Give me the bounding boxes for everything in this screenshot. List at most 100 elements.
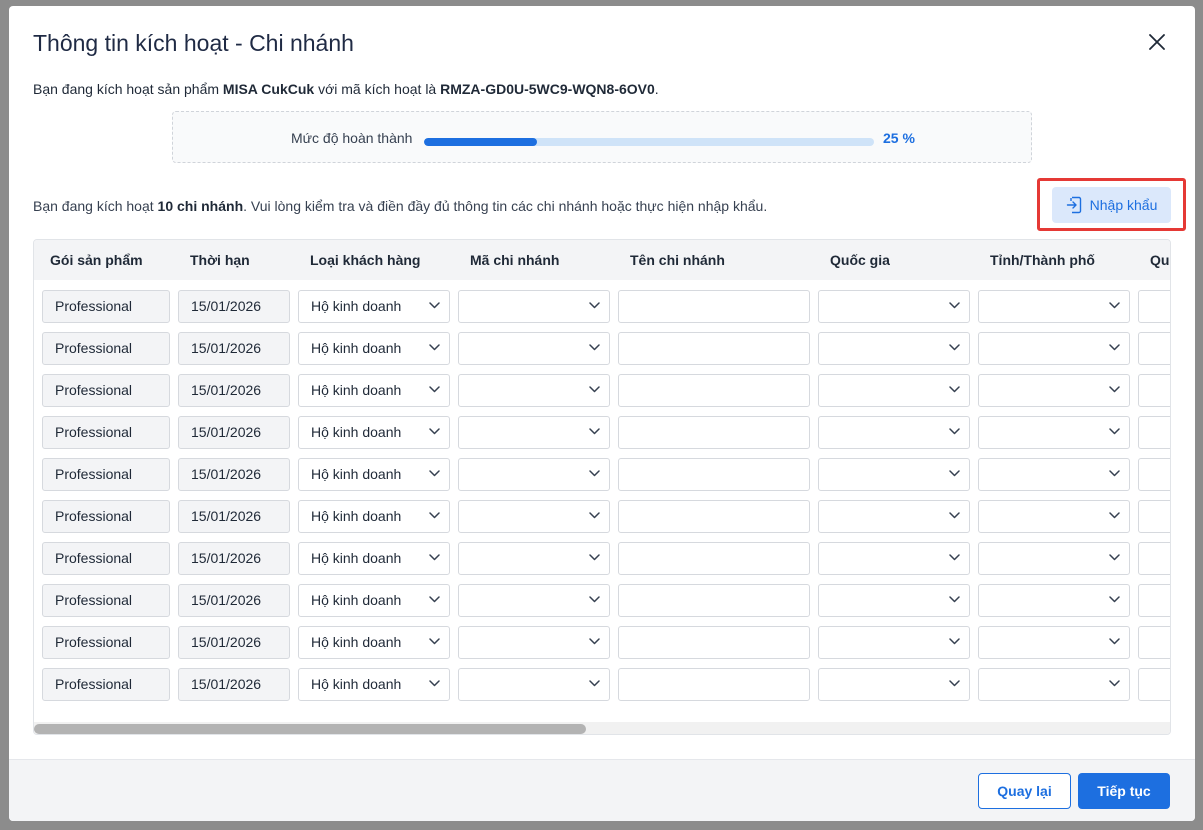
province-select[interactable] [978, 626, 1130, 659]
branch-code-select[interactable] [458, 584, 610, 617]
branch-code-select[interactable] [458, 332, 610, 365]
customer-type-select[interactable]: Hộ kinh doanh [298, 542, 450, 575]
branch-name-input[interactable] [618, 374, 810, 407]
branch-code-select[interactable] [458, 458, 610, 491]
branch-code-select[interactable] [458, 542, 610, 575]
country-select[interactable] [818, 500, 970, 533]
branch-name-input[interactable] [618, 584, 810, 617]
district-select[interactable] [1138, 626, 1170, 659]
chevron-down-icon [589, 512, 600, 519]
customer-type-select[interactable]: Hộ kinh doanh [298, 668, 450, 701]
country-select[interactable] [818, 374, 970, 407]
activation-dialog: Thông tin kích hoạt - Chi nhánh Bạn đang… [9, 6, 1195, 821]
customer-type-select[interactable]: Hộ kinh doanh [298, 626, 450, 659]
table-row: Professional 15/01/2026 Hộ kinh doanh [34, 416, 1170, 458]
branch-name-input[interactable] [618, 332, 810, 365]
branch-name-input[interactable] [618, 626, 810, 659]
country-select[interactable] [818, 542, 970, 575]
branch-code-select[interactable] [458, 416, 610, 449]
customer-type-select[interactable]: Hộ kinh doanh [298, 290, 450, 323]
branch-info-prefix: Bạn đang kích hoạt [33, 198, 158, 214]
district-select[interactable] [1138, 584, 1170, 617]
package-field: Professional [42, 668, 170, 701]
branch-name-input[interactable] [618, 500, 810, 533]
country-select[interactable] [818, 668, 970, 701]
import-button[interactable]: Nhập khẩu [1052, 187, 1171, 223]
country-select[interactable] [818, 458, 970, 491]
branch-code-select[interactable] [458, 668, 610, 701]
term-field: 15/01/2026 [178, 332, 290, 365]
branch-code-select[interactable] [458, 290, 610, 323]
customer-type-select[interactable]: Hộ kinh doanh [298, 584, 450, 617]
dialog-title: Thông tin kích hoạt - Chi nhánh [33, 30, 354, 56]
branch-code-select[interactable] [458, 500, 610, 533]
customer-type-select[interactable]: Hộ kinh doanh [298, 416, 450, 449]
province-select[interactable] [978, 584, 1130, 617]
close-icon [1149, 34, 1165, 50]
back-button[interactable]: Quay lại [978, 773, 1071, 809]
package-field: Professional [42, 290, 170, 323]
district-select[interactable] [1138, 416, 1170, 449]
customer-type-select[interactable]: Hộ kinh doanh [298, 458, 450, 491]
customer-type-select[interactable]: Hộ kinh doanh [298, 500, 450, 533]
package-field-value: Professional [55, 340, 133, 356]
district-select[interactable] [1138, 290, 1170, 323]
province-select[interactable] [978, 332, 1130, 365]
district-select[interactable] [1138, 332, 1170, 365]
package-field-value: Professional [55, 634, 133, 650]
country-select[interactable] [818, 290, 970, 323]
province-select[interactable] [978, 542, 1130, 575]
col-header-term: Thời hạn [190, 252, 250, 268]
chevron-down-icon [949, 344, 960, 351]
package-field-value: Professional [55, 298, 133, 314]
province-select[interactable] [978, 374, 1130, 407]
scrollbar-thumb[interactable] [34, 724, 586, 734]
branch-code-select[interactable] [458, 374, 610, 407]
country-select[interactable] [818, 416, 970, 449]
district-select[interactable] [1138, 374, 1170, 407]
import-button-label: Nhập khẩu [1089, 197, 1158, 213]
country-select[interactable] [818, 626, 970, 659]
customer-type-select-value: Hộ kinh doanh [311, 382, 402, 398]
district-select[interactable] [1138, 668, 1170, 701]
province-select[interactable] [978, 416, 1130, 449]
branch-code-select[interactable] [458, 626, 610, 659]
term-field-value: 15/01/2026 [191, 382, 262, 398]
close-button[interactable] [1143, 28, 1171, 56]
col-header-province: Tỉnh/Thành phố [990, 252, 1095, 268]
next-button[interactable]: Tiếp tục [1078, 773, 1170, 809]
chevron-down-icon [429, 638, 440, 645]
branch-name-input[interactable] [618, 668, 810, 701]
country-select[interactable] [818, 332, 970, 365]
province-select[interactable] [978, 668, 1130, 701]
term-field-value: 15/01/2026 [191, 424, 262, 440]
district-select[interactable] [1138, 500, 1170, 533]
term-field-value: 15/01/2026 [191, 466, 262, 482]
customer-type-select[interactable]: Hộ kinh doanh [298, 332, 450, 365]
horizontal-scrollbar[interactable] [34, 722, 1170, 734]
table-header: Gói sản phẩm Thời hạn Loại khách hàng Mã… [34, 240, 1170, 280]
progress-fill [424, 138, 537, 146]
country-select[interactable] [818, 584, 970, 617]
customer-type-select[interactable]: Hộ kinh doanh [298, 374, 450, 407]
province-select[interactable] [978, 500, 1130, 533]
province-select[interactable] [978, 290, 1130, 323]
package-field-value: Professional [55, 382, 133, 398]
activation-intro: Bạn đang kích hoạt sản phẩm MISA CukCuk … [33, 81, 659, 97]
progress-panel: Mức độ hoàn thành 25 % [172, 111, 1032, 163]
term-field-value: 15/01/2026 [191, 634, 262, 650]
term-field-value: 15/01/2026 [191, 550, 262, 566]
chevron-down-icon [949, 512, 960, 519]
term-field-value: 15/01/2026 [191, 592, 262, 608]
province-select[interactable] [978, 458, 1130, 491]
col-header-customer-type: Loại khách hàng [310, 252, 421, 268]
district-select[interactable] [1138, 542, 1170, 575]
branch-name-input[interactable] [618, 290, 810, 323]
chevron-down-icon [949, 554, 960, 561]
branch-name-input[interactable] [618, 416, 810, 449]
branch-name-input[interactable] [618, 542, 810, 575]
branch-name-input[interactable] [618, 458, 810, 491]
customer-type-select-value: Hộ kinh doanh [311, 340, 402, 356]
col-header-package: Gói sản phẩm [50, 252, 143, 268]
district-select[interactable] [1138, 458, 1170, 491]
